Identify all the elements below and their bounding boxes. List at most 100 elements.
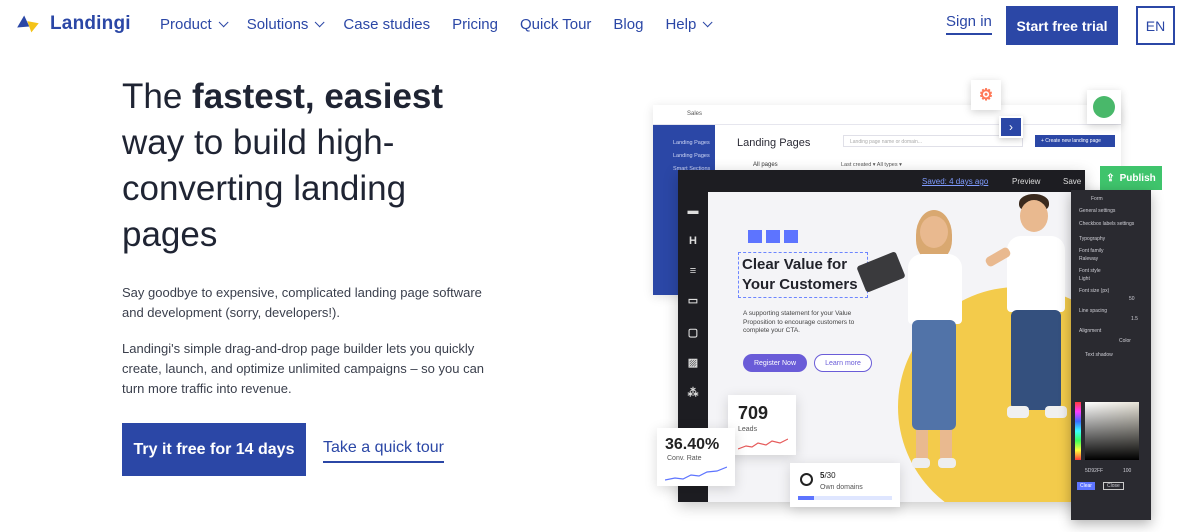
headline-part: The: [122, 77, 193, 116]
panel-title: Form: [1091, 196, 1103, 202]
sidebar-item: Landing Pages: [673, 140, 710, 146]
panel-typography: Typography: [1079, 236, 1106, 242]
conversion-sparkline: [665, 466, 727, 481]
publish-button: ⇪ Publish: [1100, 166, 1162, 190]
nav-item-blog[interactable]: Blog: [613, 16, 643, 33]
panel-line-spacing-label: Line spacing: [1079, 308, 1108, 314]
hero-headline: The fastest, easiest way to build high-c…: [122, 74, 502, 258]
hue-slider: [1075, 402, 1081, 460]
woman-figure: [856, 202, 978, 492]
dashboard-filters: Last created ▾ All types ▾: [841, 162, 902, 168]
save-label: Save: [1063, 177, 1082, 186]
domains-card: 5/30 Own domains: [790, 463, 900, 507]
color-close-button: Close: [1103, 482, 1124, 490]
conversion-card: 36.40% Conv. Rate: [657, 428, 735, 486]
sign-in-link[interactable]: Sign in: [946, 13, 992, 35]
leads-label: Leads: [738, 426, 758, 433]
color-hex-value: 5D92FF: [1085, 468, 1104, 474]
color-picker: [1085, 402, 1139, 460]
leads-value: 709: [738, 403, 769, 423]
nav-item-case-studies[interactable]: Case studies: [343, 16, 430, 33]
nav-item-label: Product: [160, 16, 212, 33]
nav-item-help[interactable]: Help: [665, 16, 713, 33]
canvas-description: A supporting statement for your Value Pr…: [743, 310, 855, 334]
heading-tool-icon: H: [689, 235, 697, 247]
panel-line-spacing-value: 1.5: [1131, 316, 1138, 322]
editor-topbar: Saved: 4 days ago Preview Save: [678, 170, 1085, 192]
panel-font-style-label: Font style: [1079, 268, 1101, 274]
dashboard-title: Landing Pages: [737, 137, 811, 149]
color-opacity-value: 100: [1123, 468, 1132, 474]
element-toolbar: [748, 230, 798, 243]
panel-color-label: Color: [1119, 338, 1131, 344]
divider-tool-icon: ▭: [687, 295, 699, 307]
publish-label: Publish: [1119, 172, 1156, 184]
properties-panel: Form General settings Checkbox labels se…: [1071, 190, 1151, 520]
color-clear-button: Clear: [1077, 482, 1095, 490]
chevron-down-icon: [315, 17, 325, 28]
panel-font-family-label: Font family: [1079, 248, 1104, 254]
logo[interactable]: Landingi: [17, 13, 131, 35]
all-pages-label: All pages: [753, 162, 778, 168]
domains-progress-fill: [798, 496, 814, 500]
preview-label: Preview: [1012, 177, 1041, 186]
nav-item-product[interactable]: Product: [160, 16, 229, 33]
canvas-headline: Clear Value for Your Customers: [738, 252, 868, 298]
image-tool-icon: ▨: [687, 357, 699, 369]
text-tool-icon: ≡: [689, 265, 697, 277]
button-tool-icon: ▢: [687, 327, 699, 339]
top-navigation: Landingi Product Solutions Case studies …: [0, 0, 1200, 50]
panel-checkbox-settings: Checkbox labels settings: [1079, 221, 1135, 227]
learn-more-button: Learn more: [814, 354, 872, 372]
product-illustration: Sales Landing Pages Landing Pages Smart …: [640, 80, 1162, 520]
landingi-logo-icon: [17, 13, 42, 35]
start-free-trial-button[interactable]: Start free trial: [1006, 6, 1118, 45]
saved-status: Saved: 4 days ago: [922, 177, 989, 186]
nav-item-label: Blog: [613, 16, 644, 33]
dashboard-search: Landing page name or domain...: [843, 135, 1023, 147]
conversion-value: 36.40%: [665, 436, 720, 453]
man-figure: [984, 192, 1083, 462]
register-now-button: Register Now: [743, 354, 807, 372]
panel-font-style-value: Light: [1079, 276, 1090, 282]
integration-badge-icon: [1087, 90, 1121, 124]
integration-arrow-icon: ›: [999, 116, 1023, 138]
panel-alignment-label: Alignment: [1079, 328, 1102, 334]
publish-icon: ⇪: [1106, 172, 1115, 184]
widgets-tool-icon: ⁂: [687, 387, 699, 399]
domains-label: Own domains: [820, 484, 863, 491]
globe-icon: [800, 473, 813, 486]
section-tool-icon: ▬: [687, 205, 699, 217]
panel-font-size-label: Font size (px): [1079, 288, 1110, 294]
panel-font-family-value: Raleway: [1079, 256, 1099, 262]
nav-item-quick-tour[interactable]: Quick Tour: [520, 16, 591, 33]
editor-canvas: Clear Value for Your Customers A support…: [708, 192, 1085, 502]
panel-text-shadow: Text shadow: [1085, 352, 1113, 358]
hero-paragraph-1: Say goodbye to expensive, complicated la…: [122, 285, 482, 320]
conversion-label: Conv. Rate: [667, 455, 702, 462]
leads-card: 709 Leads: [728, 395, 796, 455]
nav-item-pricing[interactable]: Pricing: [452, 16, 498, 33]
nav-item-solutions[interactable]: Solutions: [247, 16, 325, 33]
nav-item-label: Quick Tour: [520, 16, 592, 33]
main-menu: Product Solutions Case studies Pricing Q…: [160, 16, 713, 33]
nav-item-label: Pricing: [452, 16, 498, 33]
domains-total: /30: [824, 471, 836, 480]
landing-page: Landingi Product Solutions Case studies …: [0, 0, 1200, 532]
try-free-button[interactable]: Try it free for 14 days: [122, 423, 306, 476]
domains-count: 5/30: [820, 471, 836, 480]
logo-text: Landingi: [50, 13, 131, 34]
hero-paragraph-2: Landingi's simple drag-and-drop page bui…: [122, 341, 485, 396]
panel-general-settings: General settings: [1079, 208, 1116, 214]
language-selector-button[interactable]: EN: [1136, 6, 1175, 45]
headline-emphasis: fastest, easiest: [192, 77, 444, 116]
nav-item-label: Help: [665, 16, 697, 33]
nav-item-label: Case studies: [343, 16, 431, 33]
hubspot-icon: ⚙: [971, 80, 1001, 110]
leads-sparkline: [738, 438, 788, 450]
quick-tour-link[interactable]: Take a quick tour: [323, 439, 444, 463]
panel-font-size-value: 50: [1129, 296, 1135, 302]
create-landing-button: + Create new landing page: [1035, 135, 1115, 147]
sidebar-item: Landing Pages: [673, 153, 710, 159]
dashboard-topbar: Sales: [653, 105, 1121, 125]
